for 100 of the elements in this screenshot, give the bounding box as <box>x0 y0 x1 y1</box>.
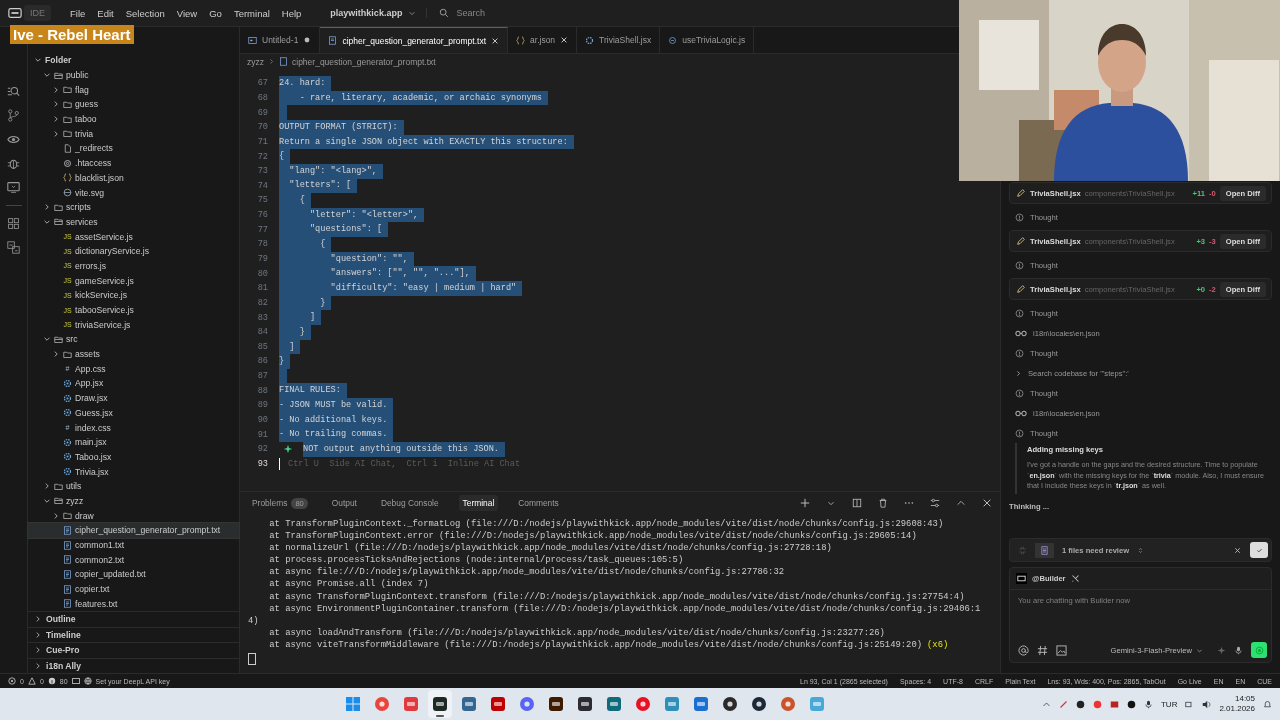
tree-item[interactable]: common1.txt <box>28 537 239 553</box>
editor-tab[interactable]: ar.json <box>508 27 578 53</box>
error-icon[interactable] <box>8 677 16 685</box>
panel-tab[interactable]: Debug Console <box>376 495 443 511</box>
breadcrumb-item[interactable]: cipher_question_generator_prompt.txt <box>292 56 436 67</box>
tree-item[interactable]: blacklist.json <box>28 170 239 186</box>
tree-item[interactable]: Guess.jsx <box>28 405 239 421</box>
split-icon[interactable] <box>852 498 862 508</box>
microphone-icon[interactable] <box>1234 645 1243 655</box>
network-icon[interactable] <box>1185 699 1195 709</box>
line-number: 81 <box>256 283 268 294</box>
agent-icon <box>1016 573 1027 584</box>
tree-item[interactable]: guess <box>28 97 239 112</box>
chevron-right-icon[interactable] <box>1015 369 1022 377</box>
menu-item[interactable]: Terminal <box>228 4 275 22</box>
tree-item[interactable]: Draw.jsx <box>28 390 239 406</box>
bug-icon[interactable] <box>7 157 20 170</box>
tree-item[interactable]: src <box>28 332 239 347</box>
tools-icon[interactable] <box>1070 574 1080 583</box>
close-icon[interactable] <box>560 36 569 44</box>
tree-item[interactable]: main.jsx <box>28 434 239 450</box>
translate-icon[interactable] <box>7 241 20 254</box>
tree-item[interactable]: _redirects <box>28 141 239 156</box>
tree-item[interactable]: scripts <box>28 199 239 215</box>
editor-tab[interactable]: cipher_question_generator_prompt.txt <box>320 27 509 53</box>
at-icon[interactable] <box>1018 644 1029 656</box>
tree-item[interactable]: common2.txt <box>28 552 239 568</box>
hash-icon[interactable] <box>1037 644 1048 656</box>
tree-item[interactable]: public <box>28 67 239 83</box>
source-control-icon[interactable] <box>7 109 20 122</box>
menu-item[interactable]: Go <box>204 4 227 22</box>
tree-item[interactable]: cipher_question_generator_prompt.txt <box>28 523 239 538</box>
sidebar-section[interactable]: Outline <box>28 612 239 628</box>
line-number: 91 <box>256 429 268 440</box>
search-icon[interactable] <box>7 85 20 98</box>
plus-icon[interactable] <box>800 498 810 508</box>
tree-item[interactable]: services <box>28 214 239 230</box>
tree-item[interactable]: draw <box>28 508 239 523</box>
microphone-icon[interactable] <box>1143 699 1153 709</box>
menu-item[interactable]: Selection <box>120 4 170 22</box>
close-icon[interactable] <box>1233 545 1242 555</box>
menu-item[interactable]: Edit <box>92 4 119 22</box>
tree-item[interactable]: .htaccess <box>28 155 239 171</box>
terminal-line: at normalizeUrl (file:///D:/nodejs/playwithkick.app/node_modules/vite/dist/node/chunks/config.js:27728:18) <box>268 543 832 554</box>
warning-icon[interactable] <box>27 677 36 685</box>
tree-item[interactable]: taboo <box>28 111 239 127</box>
tree-item[interactable]: Trivia.jsx <box>28 464 239 479</box>
globe-icon[interactable] <box>83 677 92 685</box>
tree-item[interactable]: Folder <box>28 53 239 68</box>
line-number: 79 <box>256 254 268 264</box>
monitor-icon[interactable] <box>7 181 20 194</box>
line-number: 75 <box>256 195 268 206</box>
editor-tab[interactable]: useTriviaLogic.js <box>660 27 755 53</box>
notification-icon[interactable] <box>1263 699 1272 709</box>
tree-item[interactable]: copier_updated.txt <box>28 567 239 582</box>
tree-item[interactable]: assets <box>28 346 239 362</box>
tree-item[interactable]: copier.txt <box>28 581 239 597</box>
info-icon[interactable] <box>47 677 56 685</box>
extensions-icon[interactable] <box>7 217 20 230</box>
speaker-icon[interactable] <box>1202 699 1212 709</box>
menu-item[interactable]: Help <box>276 4 307 22</box>
tree-item[interactable]: flag <box>28 82 239 98</box>
tree-item[interactable]: zyzz <box>28 493 239 509</box>
workspace-dropdown[interactable]: playwithkick.app <box>330 8 428 18</box>
menu-item[interactable]: File <box>65 4 91 22</box>
image-icon[interactable] <box>1056 644 1067 656</box>
settings-icon[interactable] <box>930 498 940 508</box>
tree-item[interactable]: trivia <box>28 126 239 142</box>
tree-item[interactable]: Taboo.jsx <box>28 449 239 465</box>
editor-tab[interactable]: TriviaShell.jsx <box>577 27 661 53</box>
gear-icon <box>63 158 72 168</box>
chevron-up-icon[interactable] <box>956 498 966 508</box>
sidebar-section[interactable]: Timeline <box>28 627 239 644</box>
tree-item[interactable]: vite.svg <box>28 185 239 200</box>
menu-item[interactable]: View <box>171 4 203 22</box>
panel-tab[interactable]: Comments <box>514 495 563 511</box>
keyboard-icon[interactable] <box>71 677 80 685</box>
clock-date[interactable]: 2.01.2026 <box>1219 704 1255 714</box>
tree-item[interactable]: App.jsx <box>28 376 239 391</box>
line-number: 73 <box>256 166 268 177</box>
accept-button[interactable] <box>1250 542 1268 558</box>
sparkle-icon[interactable] <box>283 444 293 455</box>
app-icon <box>461 696 477 712</box>
panel-tab[interactable]: Terminal <box>458 495 499 511</box>
search-field[interactable]: Search <box>454 7 609 19</box>
line-number: 68 <box>256 92 268 103</box>
sidebar-section[interactable]: Cue-Pro <box>28 643 239 659</box>
panel-tab[interactable]: Output <box>327 495 361 511</box>
tree-item[interactable]: utils <box>28 478 239 494</box>
tree-item[interactable]: features.txt <box>28 596 239 612</box>
taskbar-app[interactable] <box>428 690 452 718</box>
close-icon[interactable] <box>982 498 992 508</box>
document-icon[interactable] <box>1040 545 1049 555</box>
line-number: 80 <box>256 268 268 279</box>
close-icon[interactable] <box>491 36 500 45</box>
clock-time[interactable]: 14:05 <box>1235 694 1255 704</box>
breadcrumb-item[interactable]: zyzz <box>247 56 264 67</box>
input-language[interactable]: TUR <box>1160 699 1178 709</box>
eye-icon[interactable] <box>7 133 20 146</box>
trash-icon[interactable] <box>878 498 888 508</box>
